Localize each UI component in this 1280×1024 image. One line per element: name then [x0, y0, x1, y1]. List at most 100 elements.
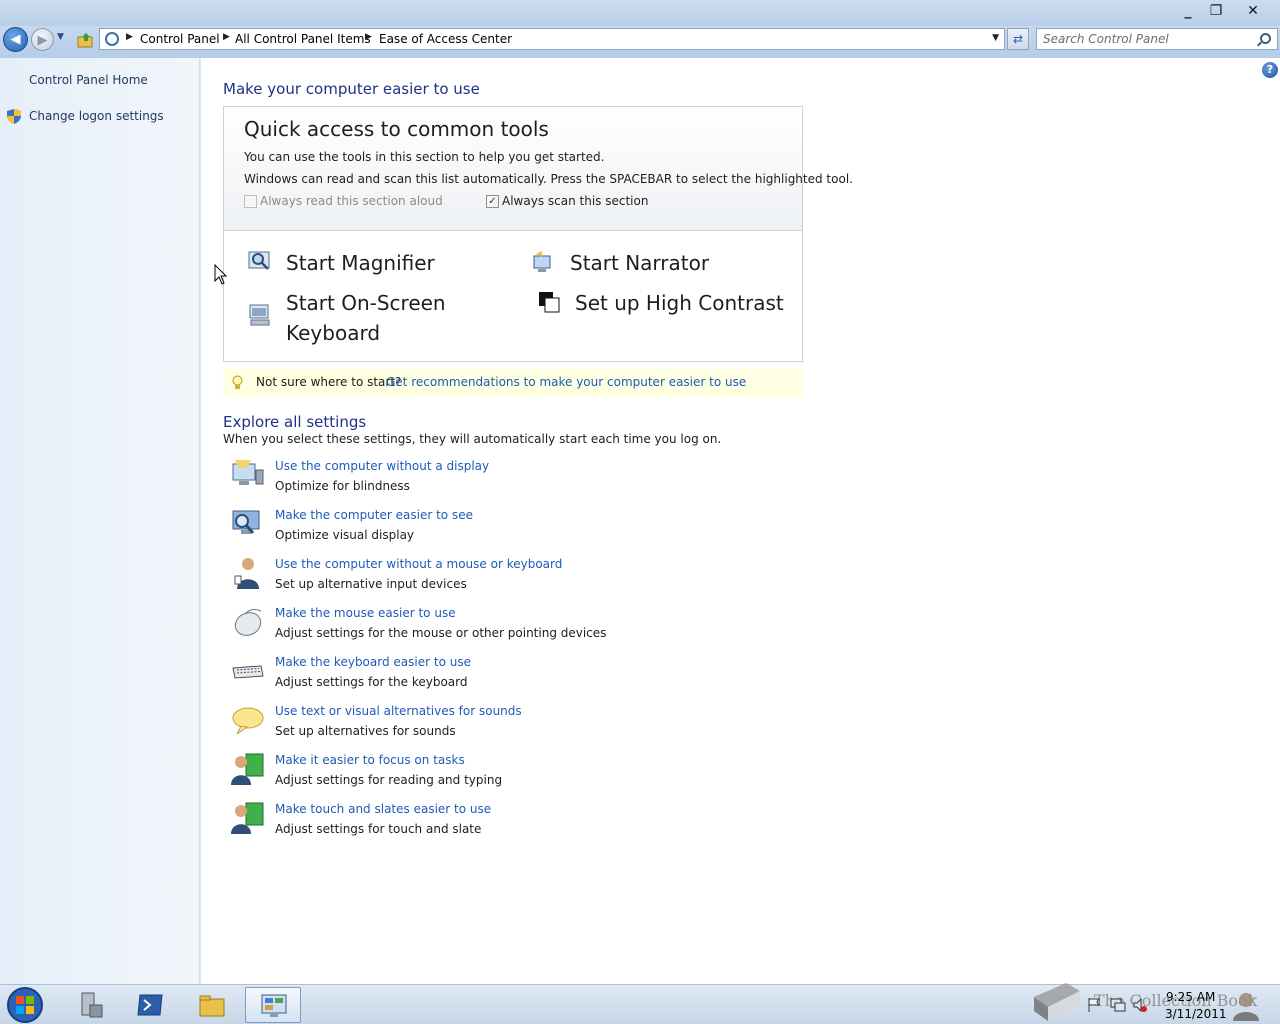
list-item: Make it easier to focus on tasks Adjust … — [231, 752, 831, 796]
mouse-icon — [234, 609, 262, 636]
list-item: Make touch and slates easier to use Adju… — [231, 801, 831, 845]
clock-date[interactable]: 3/11/2011 — [1165, 1007, 1227, 1021]
high-contrast-icon — [539, 292, 560, 313]
setting-link-without-mouse-keyboard[interactable]: Use the computer without a mouse or keyb… — [275, 557, 562, 571]
person-board-icon — [231, 753, 264, 785]
list-item: Make the keyboard easier to use Adjust s… — [231, 654, 831, 698]
navigation-bar: ◀ ▶ ▼ ▶ Control Panel ▶ All Control Pane… — [0, 26, 1280, 58]
volume-icon[interactable] — [1132, 997, 1148, 1013]
quick-access-description: You can use the tools in this section to… — [244, 150, 605, 164]
setting-link-focus-on-tasks[interactable]: Make it easier to focus on tasks — [275, 753, 465, 767]
mouse-cursor-icon — [214, 264, 228, 285]
person-board-icon — [231, 802, 264, 834]
minimize-button[interactable]: _ — [1175, 2, 1201, 20]
control-panel-icon — [105, 32, 119, 46]
clock-time[interactable]: 9:25 AM — [1166, 990, 1215, 1004]
recommendations-link[interactable]: Get recommendations to make your compute… — [386, 375, 746, 389]
setting-link-touch-and-slates[interactable]: Make touch and slates easier to use — [275, 802, 491, 816]
setting-description: Adjust settings for the keyboard — [275, 675, 468, 689]
setting-description: Adjust settings for touch and slate — [275, 822, 482, 836]
search-box[interactable] — [1036, 28, 1278, 50]
narrator-icon — [533, 251, 551, 272]
taskbar-powershell[interactable] — [122, 987, 178, 1023]
flag-icon[interactable] — [1086, 997, 1102, 1013]
network-icon[interactable] — [1110, 997, 1126, 1013]
person-icon — [234, 558, 259, 589]
recommendation-bar: Not sure where to start? Get recommendat… — [223, 369, 803, 397]
scan-checkbox[interactable]: ✓ — [486, 195, 499, 208]
list-item: Use text or visual alternatives for soun… — [231, 703, 831, 747]
address-dropdown-icon[interactable]: ▼ — [992, 33, 999, 43]
read-aloud-checkbox[interactable] — [244, 195, 257, 208]
taskbar-server-manager[interactable] — [62, 987, 118, 1023]
list-item: Use the computer without a mouse or keyb… — [231, 556, 831, 600]
taskbar-control-panel[interactable] — [245, 987, 301, 1023]
start-on-screen-keyboard-button[interactable]: Start On-Screen Keyboard — [286, 288, 446, 348]
quick-access-header: Quick access to common tools You can use… — [224, 107, 853, 231]
folder-icon — [199, 995, 225, 1017]
breadcrumb-ease-of-access[interactable]: Ease of Access Center — [379, 32, 512, 46]
on-screen-keyboard-label-line2: Keyboard — [286, 321, 381, 345]
setting-link-mouse[interactable]: Make the mouse easier to use — [275, 606, 456, 620]
breadcrumb-separator-icon[interactable]: ▶ — [365, 32, 372, 42]
monitor-magnifier-icon — [232, 510, 260, 534]
setting-description: Adjust settings for reading and typing — [275, 773, 503, 787]
address-bar[interactable]: ▶ Control Panel ▶ All Control Panel Item… — [99, 28, 1005, 50]
breadcrumb-separator-icon[interactable]: ▶ — [223, 32, 230, 42]
start-button[interactable] — [3, 986, 47, 1024]
setting-description: Optimize visual display — [275, 528, 415, 542]
breadcrumb-separator-icon[interactable]: ▶ — [126, 32, 133, 42]
on-screen-keyboard-icon — [249, 304, 270, 326]
help-icon[interactable]: ? — [1262, 62, 1278, 78]
quick-access-panel: Quick access to common tools You can use… — [223, 106, 853, 362]
up-folder-icon[interactable] — [77, 32, 93, 48]
shield-icon — [7, 109, 21, 124]
refresh-icon: ⇄ — [1012, 32, 1024, 46]
taskbar: The Collection Book 9:25 AM 3/11/2011 — [0, 983, 1280, 1024]
user-avatar-icon — [1233, 993, 1259, 1021]
page-title: Make your computer easier to use — [223, 80, 480, 98]
quick-access-instructions: Windows can read and scan this list auto… — [244, 172, 853, 186]
recent-pages-dropdown-icon[interactable]: ▼ — [57, 32, 64, 42]
list-item: Make the computer easier to see Optimize… — [231, 507, 831, 551]
breadcrumb-all-items[interactable]: All Control Panel Items — [235, 32, 371, 46]
sidebar-item-control-panel-home[interactable]: Control Panel Home — [29, 73, 148, 87]
sidebar-item-change-logon-settings[interactable]: Change logon settings — [29, 109, 164, 123]
set-up-high-contrast-button[interactable]: Set up High Contrast — [575, 288, 784, 318]
start-magnifier-button[interactable]: Start Magnifier — [286, 248, 435, 278]
on-screen-keyboard-label-line1: Start On-Screen — [286, 291, 446, 315]
setting-link-alternatives-for-sounds[interactable]: Use text or visual alternatives for soun… — [275, 704, 522, 718]
list-item: Use the computer without a display Optim… — [231, 458, 831, 502]
light-bulb-icon — [232, 375, 243, 389]
setting-description: Optimize for blindness — [275, 479, 410, 493]
speech-bubble-icon — [232, 707, 264, 735]
setting-link-keyboard[interactable]: Make the keyboard easier to use — [275, 655, 471, 669]
setting-link-easier-to-see[interactable]: Make the computer easier to see — [275, 508, 473, 522]
close-button[interactable]: ✕ — [1240, 2, 1266, 20]
scan-label[interactable]: Always scan this section — [502, 194, 648, 208]
setting-description: Set up alternative input devices — [275, 577, 467, 591]
refresh-button[interactable]: ⇄ — [1007, 28, 1029, 50]
forward-button[interactable]: ▶ — [31, 28, 54, 51]
search-icon[interactable] — [1260, 33, 1271, 44]
explore-description: When you select these settings, they wil… — [223, 432, 722, 446]
setting-link-without-display[interactable]: Use the computer without a display — [275, 459, 489, 473]
back-button[interactable]: ◀ — [3, 27, 28, 52]
search-input[interactable] — [1043, 31, 1253, 47]
read-aloud-label[interactable]: Always read this section aloud — [260, 194, 443, 208]
start-narrator-button[interactable]: Start Narrator — [570, 248, 709, 278]
setting-description: Adjust settings for the mouse or other p… — [275, 626, 607, 640]
main-content: ? Make your computer easier to use Quick… — [201, 58, 1280, 984]
explore-title: Explore all settings — [223, 413, 367, 431]
restore-button[interactable]: ❐ — [1203, 2, 1229, 20]
taskbar-explorer[interactable] — [184, 987, 240, 1023]
breadcrumb-control-panel[interactable]: Control Panel — [140, 32, 220, 46]
sidebar: Control Panel Home Change logon settings — [0, 58, 200, 984]
control-panel-icon — [261, 994, 287, 1017]
magnifier-icon — [248, 251, 270, 270]
list-item: Make the mouse easier to use Adjust sett… — [231, 605, 831, 649]
keyboard-icon — [232, 665, 264, 679]
book-icon — [1034, 983, 1080, 1021]
server-icon — [81, 992, 103, 1018]
monitor-speaker-icon — [232, 460, 264, 485]
